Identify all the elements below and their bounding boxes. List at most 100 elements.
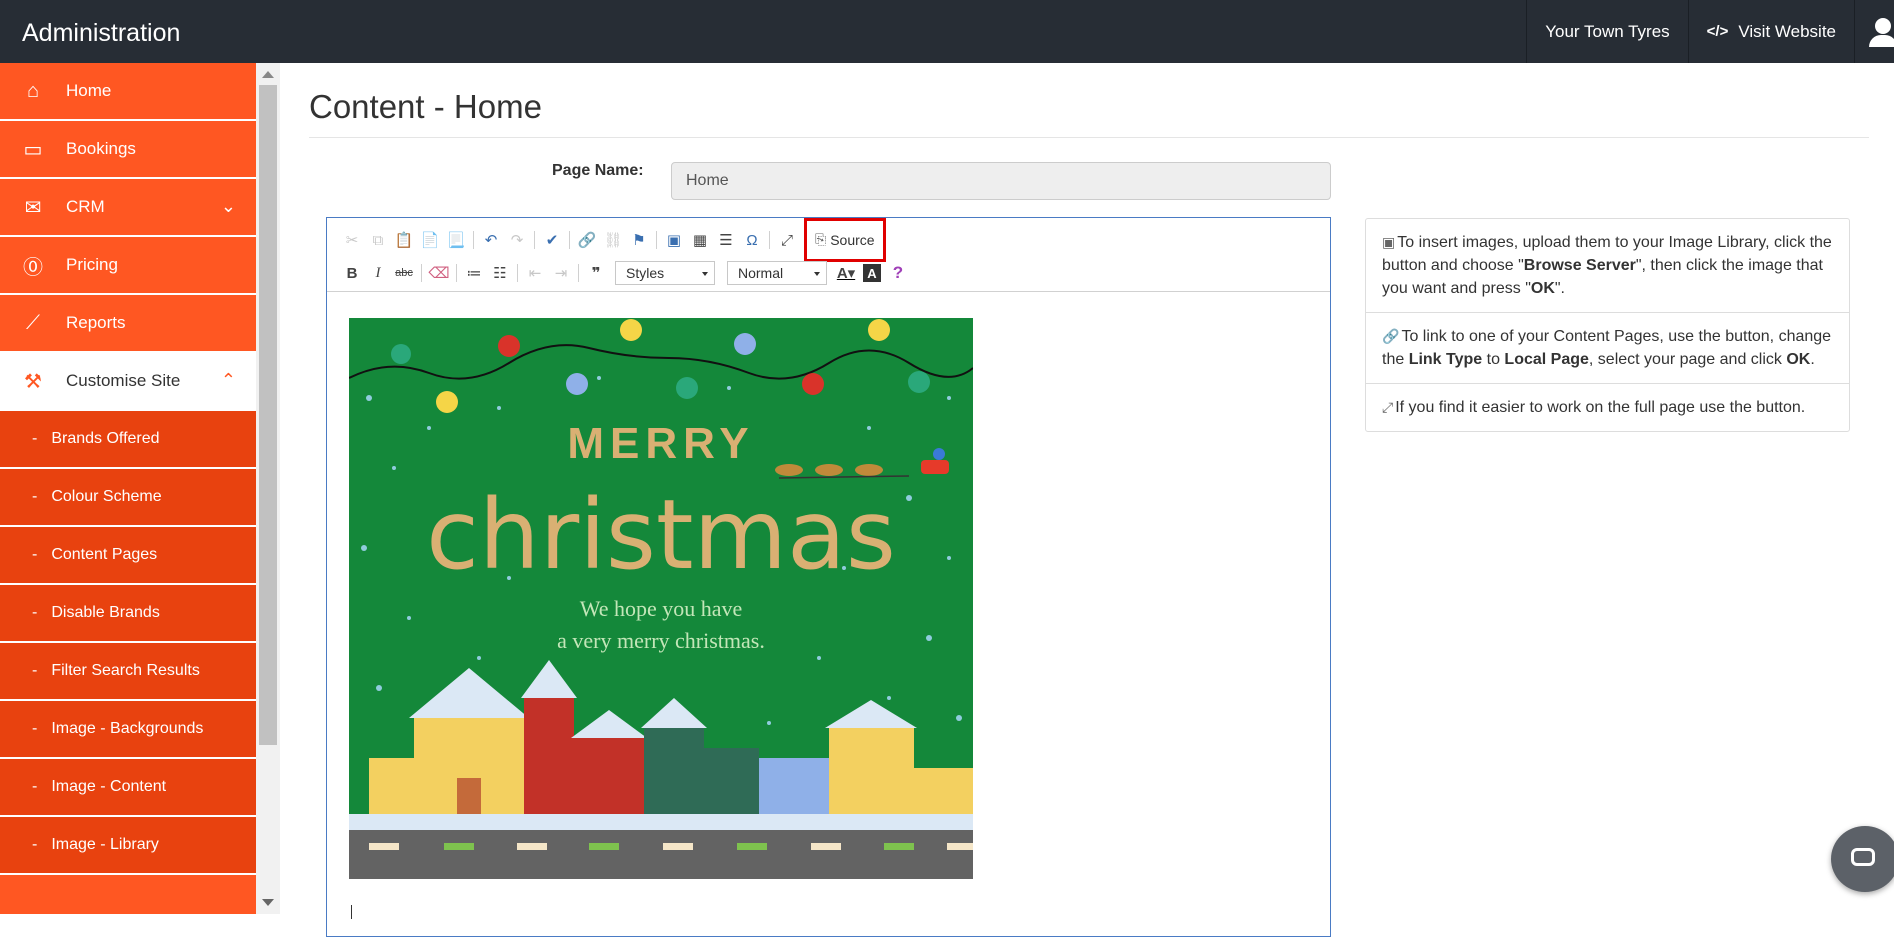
sidebar-item-label: Customise Site — [66, 371, 181, 390]
sidebar-scrollbar[interactable] — [256, 63, 280, 914]
anchor-flag-icon[interactable]: ⚑ — [626, 228, 652, 252]
bulleted-list-icon[interactable]: ☷ — [487, 261, 513, 285]
sidebar-subitem-image-backgrounds[interactable]: - Image - Backgrounds — [0, 701, 256, 759]
top-right-nav: Your Town Tyres </> Visit Website — [1526, 0, 1894, 63]
blockquote-icon[interactable]: ❞ — [583, 261, 609, 285]
maximize-icon[interactable]: ⤢ — [774, 228, 800, 252]
sidebar-subitem-image-library[interactable]: - Image - Library — [0, 817, 256, 875]
sidebar-item-label: Bookings — [66, 139, 136, 158]
user-icon — [1875, 18, 1891, 34]
maximize-icon: ⤢ — [1382, 399, 1394, 415]
rich-text-editor: ✂ ⧉ 📋 📄 📃 ↶ ↷ ✔ 🔗 ⛓ ⚑ ▣ ▦ ☰ Ω ⤢ ⎘ Source — [326, 217, 1331, 937]
sidebar-item-label: Reports — [66, 313, 126, 332]
currency-icon: ⓪ — [23, 256, 43, 279]
dropdown-arrow-icon — [814, 272, 820, 276]
remove-format-icon[interactable]: ⌫ — [426, 261, 452, 285]
card-merry-text: MERRY — [567, 419, 754, 468]
help-tips-panel: ▣ To insert images, upload them to your I… — [1365, 218, 1850, 432]
sidebar-subitem-image-content[interactable]: - Image - Content — [0, 759, 256, 817]
card-icon: ▭ — [23, 138, 43, 161]
dropdown-arrow-icon — [702, 272, 708, 276]
chevron-down-icon: ⌄ — [220, 196, 236, 216]
page-title: Content - Home — [309, 88, 542, 125]
special-char-icon[interactable]: Ω — [739, 228, 765, 252]
tip-link-pages: 🔗 To link to one of your Content Pages, u… — [1366, 313, 1849, 384]
top-bar: Administration Your Town Tyres </> Visit… — [0, 0, 1894, 63]
paint-roller-icon: ⚒ — [24, 370, 42, 393]
sidebar-subitem-filter-search-results[interactable]: - Filter Search Results — [0, 643, 256, 701]
source-label: Source — [830, 231, 875, 248]
sidebar-item-bookings[interactable]: ▭ Bookings — [0, 121, 256, 179]
page-name-input[interactable] — [671, 162, 1331, 200]
horizontal-rule-icon[interactable]: ☰ — [713, 228, 739, 252]
paste-text-icon[interactable]: 📄 — [417, 228, 443, 252]
christmas-card-graphic: MERRY christmas We hope you have a very … — [348, 318, 974, 879]
background-color-icon[interactable]: A — [863, 264, 881, 282]
visit-website-label: Visit Website — [1738, 21, 1836, 41]
help-icon[interactable]: ? — [885, 261, 911, 285]
sidebar-subitem-content-pages[interactable]: - Content Pages — [0, 527, 256, 585]
cut-icon[interactable]: ✂ — [339, 228, 365, 252]
chevron-up-icon: ⌃ — [220, 370, 236, 390]
image-icon[interactable]: ▣ — [661, 228, 687, 252]
app-title: Administration — [22, 19, 181, 47]
outdent-icon[interactable]: ⇤ — [522, 261, 548, 285]
styles-dropdown[interactable]: Styles — [615, 261, 715, 285]
user-menu-button[interactable] — [1854, 0, 1894, 63]
scroll-up-arrow-icon[interactable] — [262, 71, 274, 78]
sidebar-item-home[interactable]: ⌂ Home — [0, 63, 256, 121]
numbered-list-icon[interactable]: ≔ — [461, 261, 487, 285]
text-cursor — [351, 905, 352, 919]
sidebar-item-reports[interactable]: ⟋ Reports — [0, 295, 256, 353]
sidebar: ⌂ Home ▭ Bookings ✉ CRM ⌄ ⓪ Pricing ⟋ Re… — [0, 63, 256, 914]
code-icon: </> — [1706, 23, 1729, 40]
spellcheck-icon[interactable]: ✔ — [539, 228, 565, 252]
chat-bubble-icon — [1851, 848, 1875, 866]
envelope-icon: ✉ — [24, 196, 42, 219]
home-icon: ⌂ — [26, 79, 40, 102]
text-color-icon[interactable]: A▾ — [833, 261, 859, 285]
card-line2-text: a very merry christmas. — [557, 628, 765, 653]
editor-toolbar: ✂ ⧉ 📋 📄 📃 ↶ ↷ ✔ 🔗 ⛓ ⚑ ▣ ▦ ☰ Ω ⤢ ⎘ Source — [327, 217, 1330, 292]
unlink-icon[interactable]: ⛓ — [600, 228, 626, 252]
chart-icon: ⟋ — [26, 311, 40, 334]
editor-content-area[interactable]: MERRY christmas We hope you have a very … — [327, 293, 1330, 938]
christmas-card-image[interactable]: MERRY christmas We hope you have a very … — [348, 318, 974, 879]
tip-full-page: ⤢ If you find it easier to work on the fu… — [1382, 399, 1806, 416]
tip-insert-images: ▣ To insert images, upload them to your I… — [1366, 219, 1849, 313]
card-line1-text: We hope you have — [580, 596, 743, 621]
site-name-label: Your Town Tyres — [1545, 21, 1670, 41]
link-icon[interactable]: 🔗 — [574, 228, 600, 252]
source-icon: ⎘ — [815, 231, 827, 247]
sidebar-item-label: Pricing — [66, 255, 118, 274]
sidebar-item-pricing[interactable]: ⓪ Pricing — [0, 237, 256, 295]
paste-word-icon[interactable]: 📃 — [443, 228, 469, 252]
source-button[interactable]: ⎘ Source — [804, 217, 886, 262]
link-icon: 🔗 — [1382, 328, 1400, 344]
card-christmas-text: christmas — [426, 479, 896, 591]
visit-website-link[interactable]: </> Visit Website — [1687, 0, 1854, 63]
page-name-label: Page Name: — [552, 162, 644, 179]
chat-widget-button[interactable] — [1831, 826, 1894, 892]
table-icon[interactable]: ▦ — [687, 228, 713, 252]
italic-icon[interactable]: I — [365, 261, 391, 285]
redo-icon[interactable]: ↷ — [504, 228, 530, 252]
sidebar-subitem-brands-offered[interactable]: - Brands Offered — [0, 411, 256, 469]
bold-icon[interactable]: B — [339, 261, 365, 285]
indent-icon[interactable]: ⇥ — [548, 261, 574, 285]
sidebar-subitem-disable-brands[interactable]: - Disable Brands — [0, 585, 256, 643]
scroll-down-arrow-icon[interactable] — [262, 899, 274, 906]
scrollbar-thumb[interactable] — [259, 85, 277, 745]
format-dropdown[interactable]: Normal — [727, 261, 827, 285]
site-name-link[interactable]: Your Town Tyres — [1526, 0, 1687, 63]
paste-icon[interactable]: 📋 — [391, 228, 417, 252]
sidebar-item-crm[interactable]: ✉ CRM ⌄ — [0, 179, 256, 237]
title-divider — [309, 137, 1869, 138]
sidebar-subitem-colour-scheme[interactable]: - Colour Scheme — [0, 469, 256, 527]
undo-icon[interactable]: ↶ — [478, 228, 504, 252]
strikethrough-icon[interactable]: abc — [391, 261, 417, 285]
sidebar-item-customise-site[interactable]: ⚒ Customise Site ⌃ — [0, 353, 256, 411]
sidebar-item-label: Home — [66, 81, 112, 100]
image-icon: ▣ — [1382, 234, 1396, 250]
copy-icon[interactable]: ⧉ — [365, 228, 391, 252]
